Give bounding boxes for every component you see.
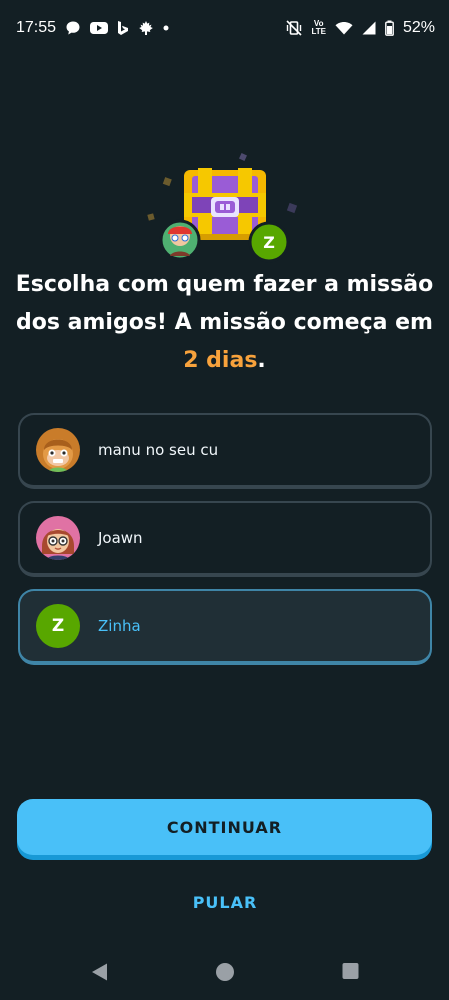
- home-icon[interactable]: [215, 962, 235, 986]
- volte-icon: Vo LTE: [311, 19, 326, 36]
- status-right: Vo LTE 52%: [286, 19, 435, 37]
- friend-option-zinha[interactable]: Z Zinha: [18, 589, 432, 665]
- friend-option-manu[interactable]: manu no seu cu: [18, 413, 432, 489]
- status-left: 17:55: [16, 19, 169, 37]
- clock: 17:55: [16, 19, 57, 36]
- wifi-icon: [335, 21, 353, 35]
- page-title: Escolha com quem fazer a missão dos amig…: [10, 266, 439, 380]
- back-icon[interactable]: [90, 962, 108, 986]
- battery-percent: 52%: [402, 19, 435, 36]
- title-highlight: 2 dias: [183, 348, 258, 373]
- friends-quest-illustration: Z: [140, 148, 308, 266]
- vibrate-off-icon: [286, 20, 303, 36]
- friend-name: Zinha: [98, 617, 141, 635]
- continue-button[interactable]: CONTINUAR: [17, 799, 432, 855]
- maple-leaf-icon: [138, 20, 154, 36]
- avatar: [36, 516, 80, 560]
- signal-icon: [362, 21, 376, 35]
- youtube-icon: [90, 21, 109, 35]
- dot-icon: [163, 25, 169, 31]
- title-text: Escolha com quem fazer a missão dos amig…: [15, 272, 434, 335]
- avatar: Z: [36, 604, 80, 648]
- friend-name: manu no seu cu: [98, 441, 219, 459]
- recents-icon[interactable]: [342, 962, 359, 984]
- battery-icon: [385, 20, 394, 36]
- hero-friend-letter: Z: [263, 233, 275, 252]
- chat-bubble-icon: [65, 20, 81, 36]
- bing-icon: [117, 20, 129, 36]
- system-nav-bar: [0, 944, 449, 1000]
- status-bar: 17:55 Vo LTE 52%: [0, 0, 449, 56]
- title-end: .: [257, 348, 266, 373]
- friend-option-joawn[interactable]: Joawn: [18, 501, 432, 577]
- friend-name: Joawn: [98, 529, 143, 547]
- avatar: [36, 428, 80, 472]
- skip-button[interactable]: PULAR: [150, 886, 300, 918]
